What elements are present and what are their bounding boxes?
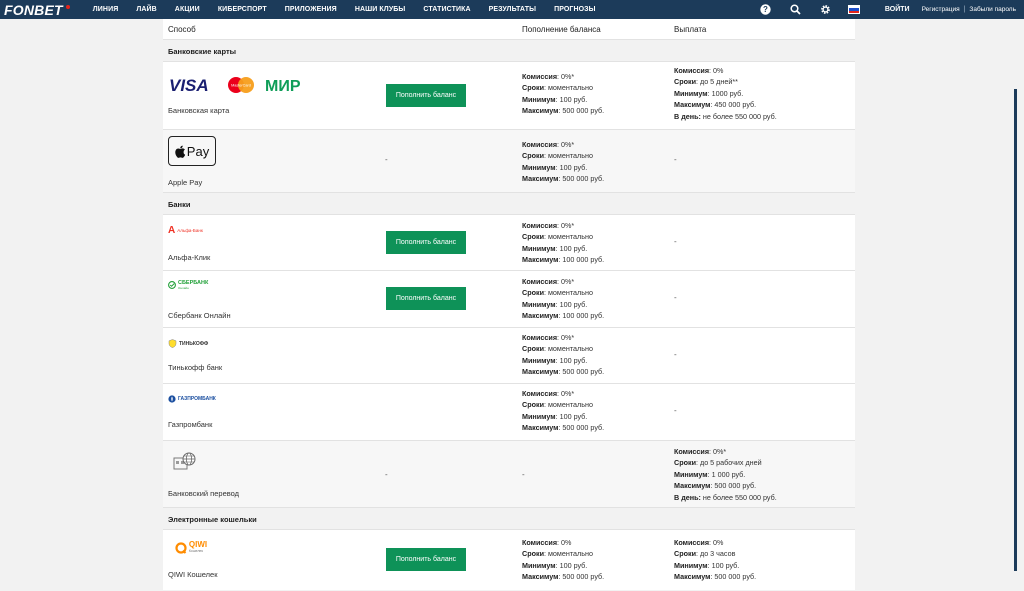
help-icon[interactable]: ? <box>755 0 777 19</box>
search-icon[interactable] <box>785 0 807 19</box>
qiwi-logo: QIWI Кошелек <box>168 536 214 560</box>
nav-item-clubs[interactable]: НАШИ КЛУБЫ <box>346 6 415 13</box>
tinkoff-logo: ТИНЬКОФФ <box>168 339 208 348</box>
logo-dot <box>65 4 70 9</box>
table-row-bank-transfer: Банковский перевод - - Комиссия: 0%* Сро… <box>163 441 855 508</box>
deposit-info-gazprom: Комиссия: 0%* Сроки: моментально Минимум… <box>522 389 605 433</box>
settings-gear-icon[interactable] <box>815 0 837 19</box>
section-banks: Банки <box>163 193 855 215</box>
method-name: Банковская карта <box>168 106 230 115</box>
sber-icon <box>168 281 176 289</box>
withdraw-info-gazprom: - <box>674 406 677 415</box>
method-name: QIWI Кошелек <box>168 570 218 579</box>
gazprom-icon <box>168 395 176 403</box>
withdraw-info-alfa: - <box>674 237 677 246</box>
apple-pay-logo: Pay <box>168 136 216 166</box>
deposit-button-qiwi[interactable]: Пополнить баланс <box>386 548 466 571</box>
method-name: Альфа-Клик <box>168 253 211 262</box>
method-name: Банковский перевод <box>168 489 240 498</box>
table-row-tinkoff: ТИНЬКОФФ Тинькофф банк Комиссия: 0%* Сро… <box>163 328 855 384</box>
section-title: Электронные кошельки <box>168 515 257 524</box>
top-separator: | <box>963 6 966 13</box>
withdraw-info-sber: - <box>674 293 677 302</box>
qiwi-circle-icon <box>175 542 187 554</box>
section-title: Банки <box>168 200 191 209</box>
deposit-info-tinkoff: Комиссия: 0%* Сроки: моментально Минимум… <box>522 333 605 377</box>
method-name: Тинькофф банк <box>168 363 223 372</box>
table-row-bank-card: VISA MasterCard МИР Банковская карта Поп… <box>163 62 855 130</box>
deposit-button-placeholder: - <box>385 470 388 479</box>
visa-logo: VISA <box>169 76 209 95</box>
top-right-controls: ? ВОЙТИ Регистрация | Забыли пароль <box>755 0 1024 19</box>
section-e-wallets: Электронные кошельки <box>163 508 855 530</box>
method-name: Газпромбанк <box>168 420 213 429</box>
mastercard-logo: MasterCard <box>228 77 254 93</box>
nav-item-line[interactable]: ЛИНИЯ <box>84 6 128 13</box>
deposit-info-card: Комиссия: 0%* Сроки: моментально Минимум… <box>522 72 605 116</box>
section-title: Банковские карты <box>168 47 237 56</box>
withdraw-info-qiwi: Комиссия: 0% Сроки: до 3 часов Минимум: … <box>674 538 757 582</box>
col-header-withdraw: Выплата <box>674 25 707 34</box>
withdraw-info-tinkoff: - <box>674 350 677 359</box>
deposit-info-sber: Комиссия: 0%* Сроки: моментально Минимум… <box>522 277 605 321</box>
mir-logo: МИР <box>265 78 301 95</box>
login-button[interactable]: ВОЙТИ <box>885 6 910 13</box>
apple-icon <box>175 145 185 158</box>
payment-methods-table: Способ Пополнение баланса Выплата Банков… <box>163 19 855 590</box>
table-row-qiwi: QIWI Кошелек QIWI Кошелек Пополнить бала… <box>163 530 855 590</box>
deposit-info-alfa: Комиссия: 0%* Сроки: моментально Минимум… <box>522 221 605 265</box>
svg-text:?: ? <box>763 5 768 14</box>
top-navigation-bar: FONBET ЛИНИЯ ЛАЙВ АКЦИИ КИБЕРСПОРТ ПРИЛО… <box>0 0 1024 19</box>
card-logos: VISA MasterCard МИР <box>168 75 318 95</box>
table-row-apple-pay: Pay Apple Pay - Комиссия: 0%* Сроки: мом… <box>163 130 855 193</box>
withdraw-info-card: Комиссия: 0% Сроки: до 5 дней** Минимум:… <box>674 66 777 121</box>
deposit-button-placeholder: - <box>385 155 388 164</box>
deposit-info-applepay: Комиссия: 0%* Сроки: моментально Минимум… <box>522 140 605 184</box>
fonbet-logo[interactable]: FONBET <box>4 2 63 18</box>
deposit-button-card[interactable]: Пополнить баланс <box>386 84 466 107</box>
bank-transfer-globe-icon <box>173 452 197 477</box>
table-row-sberbank-online: СБЕРБАНК Онлайн Сбербанк Онлайн Пополнит… <box>163 271 855 328</box>
col-header-method: Способ <box>168 25 196 34</box>
withdraw-info-transfer: Комиссия: 0%* Сроки: до 5 рабочих дней М… <box>674 447 777 502</box>
method-name: Сбербанк Онлайн <box>168 311 231 320</box>
table-row-gazprombank: ГАЗПРОМБАНК Газпромбанк Комиссия: 0%* Ср… <box>163 384 855 441</box>
nav-item-apps[interactable]: ПРИЛОЖЕНИЯ <box>276 6 346 13</box>
register-link[interactable]: Регистрация <box>922 6 960 13</box>
nav-item-results[interactable]: РЕЗУЛЬТАТЫ <box>480 6 545 13</box>
nav-item-promotions[interactable]: АКЦИИ <box>166 6 209 13</box>
col-header-deposit: Пополнение баланса <box>522 25 601 34</box>
section-bank-cards: Банковские карты <box>163 40 855 62</box>
sberbank-logo: СБЕРБАНК Онлайн <box>168 280 208 291</box>
gazprombank-logo: ГАЗПРОМБАНК <box>168 395 216 403</box>
deposit-button-sber[interactable]: Пополнить баланс <box>386 287 466 310</box>
nav-item-esports[interactable]: КИБЕРСПОРТ <box>209 6 276 13</box>
deposit-info-qiwi: Комиссия: 0% Сроки: моментально Минимум:… <box>522 538 605 582</box>
tinkoff-shield-icon <box>168 339 177 348</box>
deposit-info-transfer: - <box>522 470 525 479</box>
main-nav: ЛИНИЯ ЛАЙВ АКЦИИ КИБЕРСПОРТ ПРИЛОЖЕНИЯ Н… <box>84 6 605 13</box>
nav-item-statistics[interactable]: СТАТИСТИКА <box>414 6 479 13</box>
table-header: Способ Пополнение баланса Выплата <box>163 19 855 40</box>
method-name: Apple Pay <box>168 178 203 187</box>
forgot-password-link[interactable]: Забыли пароль <box>969 6 1016 13</box>
withdraw-info-applepay: - <box>674 155 677 164</box>
deposit-button-alfa[interactable]: Пополнить баланс <box>386 231 466 254</box>
language-flag-icon[interactable] <box>843 0 865 19</box>
scrollbar-thumb[interactable] <box>1014 89 1017 571</box>
alfa-bank-logo: А Альфа-Банк <box>168 225 203 236</box>
table-row-alfa-click: А Альфа-Банк Альфа-Клик Пополнить баланс… <box>163 215 855 271</box>
nav-item-predictions[interactable]: ПРОГНОЗЫ <box>545 6 605 13</box>
svg-text:MasterCard: MasterCard <box>231 84 251 88</box>
nav-item-live[interactable]: ЛАЙВ <box>127 6 165 13</box>
